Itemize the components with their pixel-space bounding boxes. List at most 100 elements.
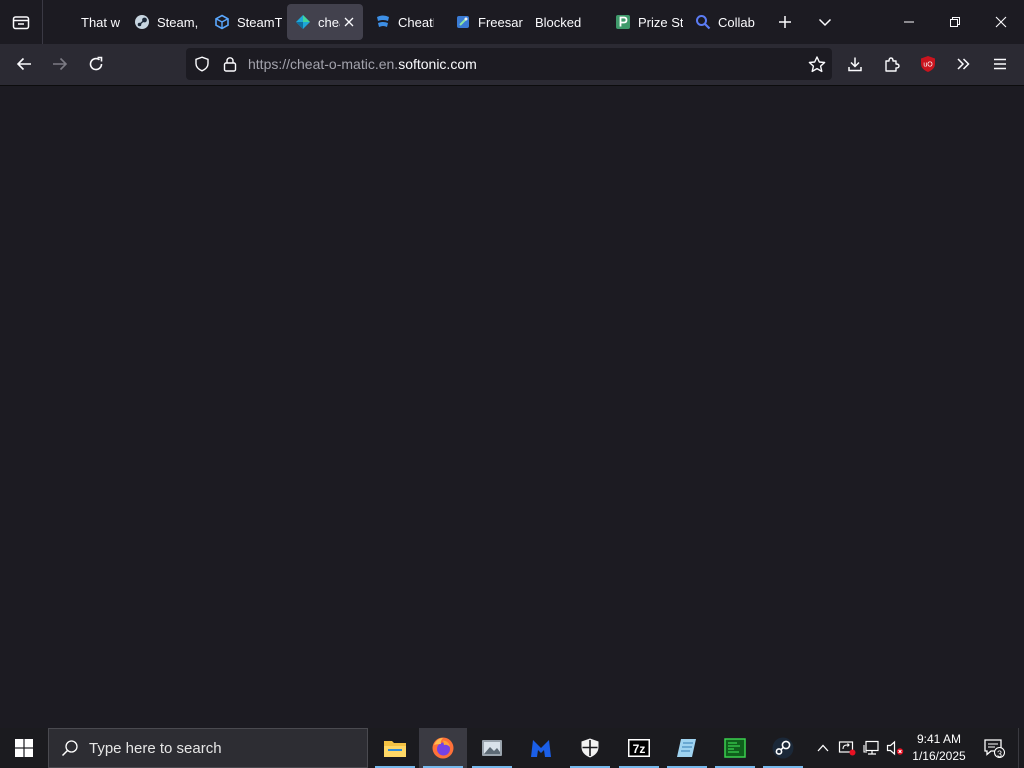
tray-windows-update[interactable]	[836, 728, 858, 768]
taskbar-security[interactable]	[566, 728, 614, 768]
navigation-toolbar: https://cheat-o-matic.en.softonic.com uO	[0, 44, 1024, 86]
lock-icon[interactable]	[222, 56, 238, 77]
network-icon	[863, 740, 879, 755]
tab-title: SteamT	[237, 14, 282, 30]
downloads-button[interactable]	[839, 48, 871, 80]
tab-freesar[interactable]: Freesar	[447, 4, 523, 40]
close-tab-icon[interactable]	[341, 14, 357, 30]
ublock-origin-button[interactable]: uO	[912, 48, 944, 80]
tab-title: CheatE	[398, 14, 434, 30]
tab-that[interactable]: That w	[50, 4, 126, 40]
minimize-icon	[904, 21, 914, 23]
list-all-tabs-button[interactable]	[809, 6, 841, 38]
clock-date: 1/16/2025	[912, 749, 966, 763]
cube-icon	[214, 14, 230, 30]
restore-icon	[950, 17, 960, 27]
bookmark-star-icon[interactable]	[808, 56, 826, 78]
firefox-icon	[432, 737, 454, 759]
taskbar-7zip[interactable]: 7z	[615, 728, 663, 768]
shield-icon	[581, 738, 599, 758]
notification-count-badge: 3	[996, 749, 1002, 759]
more-tools-button[interactable]	[947, 48, 979, 80]
url-domain: softonic.com	[398, 56, 477, 72]
restore-button[interactable]	[932, 0, 978, 44]
generic-page-icon	[58, 14, 74, 30]
tab-title: Blocked	[535, 14, 582, 30]
ublock-origin-icon: uO	[921, 56, 935, 72]
minimize-button[interactable]	[886, 0, 932, 44]
forward-button[interactable]	[44, 48, 76, 80]
firefox-view-icon	[12, 16, 30, 30]
taskbar-clock[interactable]: 9:41 AM 1/16/2025	[904, 728, 974, 768]
malwarebytes-icon	[531, 740, 551, 757]
steam-icon	[134, 14, 150, 30]
start-button[interactable]	[0, 728, 48, 768]
tab-title: Prize St	[638, 14, 683, 30]
tab-steam[interactable]: Steam,	[126, 4, 204, 40]
windows-taskbar: Type here to search 7z 9:41 AM 1/16/2025…	[0, 728, 1024, 768]
taskbar-firefox[interactable]	[419, 728, 467, 768]
tab-cheatengine[interactable]: CheatE	[367, 4, 443, 40]
double-chevron-right-icon	[957, 58, 970, 70]
app-menu-button[interactable]	[984, 48, 1016, 80]
new-tab-button[interactable]	[769, 6, 801, 38]
7zip-icon: 7z	[628, 739, 650, 757]
file-explorer-icon	[384, 741, 406, 757]
tray-volume-muted[interactable]	[884, 728, 906, 768]
search-icon	[695, 14, 711, 30]
softonic-icon	[295, 14, 311, 30]
tab-title: Steam,	[157, 14, 199, 30]
taskbar-malwarebytes[interactable]	[517, 728, 565, 768]
show-desktop-button[interactable]	[1018, 728, 1024, 768]
update-icon	[838, 741, 856, 756]
tab-steamt[interactable]: SteamT	[206, 4, 282, 40]
tray-network[interactable]	[861, 728, 883, 768]
page-content	[0, 86, 1024, 728]
plus-icon	[779, 16, 791, 28]
chevron-up-icon	[817, 744, 829, 752]
download-icon	[848, 57, 862, 72]
tab-strip: That w Steam, SteamT chea CheatE Freesar	[0, 0, 1024, 44]
tab-cheat-o-matic[interactable]: chea	[287, 4, 363, 40]
taskbar-file-explorer[interactable]	[371, 728, 419, 768]
tab-blocked[interactable]: Blocked	[527, 4, 603, 40]
firefox-view-button[interactable]	[0, 0, 43, 44]
puzzle-icon	[885, 57, 900, 72]
extensions-button[interactable]	[876, 48, 908, 80]
cheatengine-icon	[375, 14, 391, 30]
tab-title: Freesar	[478, 14, 523, 30]
close-window-button[interactable]	[978, 0, 1024, 44]
taskbar-search-box[interactable]: Type here to search	[48, 728, 368, 768]
terminal-icon	[724, 738, 746, 758]
taskbar-steam[interactable]	[759, 728, 807, 768]
reload-icon	[89, 56, 103, 71]
chevron-down-icon	[818, 18, 832, 27]
clock-time: 9:41 AM	[916, 732, 962, 746]
tracking-protection-shield-icon[interactable]	[194, 56, 210, 77]
action-center-button[interactable]: 3	[980, 728, 1008, 768]
taskbar-terminal[interactable]	[711, 728, 759, 768]
freesar-icon	[455, 14, 471, 30]
taskbar-photos[interactable]	[468, 728, 516, 768]
tab-title: chea	[318, 14, 340, 30]
taskbar-notepad[interactable]	[663, 728, 711, 768]
hamburger-menu-icon	[994, 58, 1006, 70]
steam-icon	[772, 737, 794, 759]
close-icon	[995, 16, 1007, 28]
tab-prize[interactable]: Prize St	[607, 4, 683, 40]
tab-title: That w	[81, 14, 121, 30]
photos-icon	[482, 740, 502, 756]
address-bar[interactable]: https://cheat-o-matic.en.softonic.com	[186, 48, 832, 80]
svg-text:7z: 7z	[633, 742, 646, 756]
url-text[interactable]: https://cheat-o-matic.en.softonic.com	[248, 48, 477, 80]
show-hidden-icons-button[interactable]	[814, 728, 832, 768]
windows-logo-icon	[15, 739, 33, 757]
back-button[interactable]	[8, 48, 40, 80]
search-icon	[61, 739, 79, 757]
tab-collab[interactable]: Collab	[687, 4, 763, 40]
reload-button[interactable]	[80, 48, 112, 80]
search-placeholder: Type here to search	[89, 739, 222, 757]
svg-text:uO: uO	[923, 62, 933, 69]
speaker-muted-icon	[886, 740, 904, 756]
arrow-left-icon	[16, 57, 31, 71]
